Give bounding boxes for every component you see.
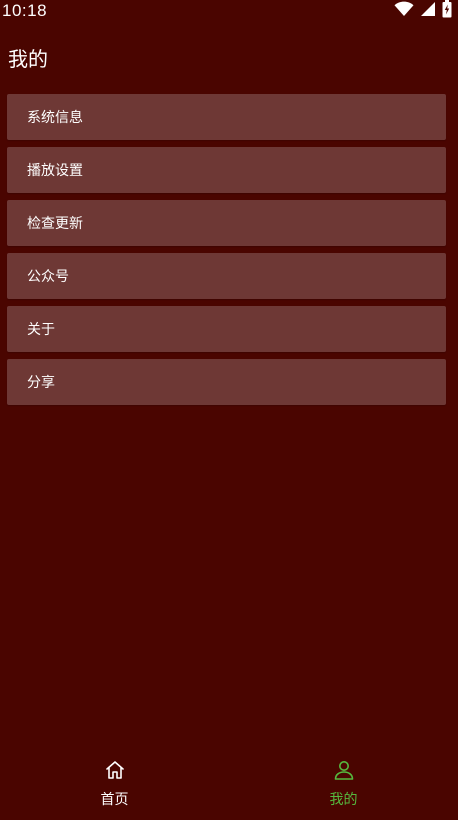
menu-item-label: 系统信息 xyxy=(27,110,83,126)
menu-item-check-update[interactable]: 检查更新 xyxy=(7,200,446,246)
status-bar: 10:18 xyxy=(0,0,458,22)
menu-item-share[interactable]: 分享 xyxy=(7,359,446,405)
menu-item-about[interactable]: 关于 xyxy=(7,306,446,352)
settings-menu: 系统信息 播放设置 检查更新 公众号 关于 分享 xyxy=(7,94,446,412)
wifi-icon xyxy=(394,1,414,21)
tab-home[interactable]: 首页 xyxy=(0,758,229,820)
menu-item-playback-settings[interactable]: 播放设置 xyxy=(7,147,446,193)
tab-mine-label: 我的 xyxy=(329,792,358,808)
tab-mine[interactable]: 我的 xyxy=(229,758,458,820)
tab-home-label: 首页 xyxy=(100,792,129,808)
bottom-nav: 首页 我的 xyxy=(0,758,458,820)
page-title: 我的 xyxy=(8,47,48,71)
home-icon xyxy=(105,761,124,779)
user-icon xyxy=(334,761,353,780)
status-icons xyxy=(394,0,452,22)
status-time: 10:18 xyxy=(2,1,48,20)
signal-icon xyxy=(420,1,436,21)
menu-item-system-info[interactable]: 系统信息 xyxy=(7,94,446,140)
menu-item-label: 分享 xyxy=(27,375,55,391)
battery-icon xyxy=(442,0,452,22)
menu-item-label: 关于 xyxy=(27,322,55,338)
menu-item-label: 公众号 xyxy=(27,269,69,285)
menu-item-official-account[interactable]: 公众号 xyxy=(7,253,446,299)
menu-item-label: 检查更新 xyxy=(27,216,83,232)
menu-item-label: 播放设置 xyxy=(27,163,83,179)
